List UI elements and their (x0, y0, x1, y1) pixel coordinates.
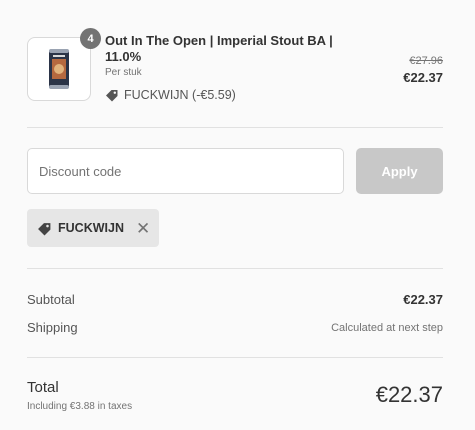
total-value: €22.37 (375, 382, 443, 407)
tag-icon (38, 222, 51, 235)
product-discount-label: FUCKWIJN (-€5.59) (124, 88, 236, 102)
divider (27, 127, 443, 128)
product-thumbnail (27, 37, 91, 101)
product-discount: FUCKWIJN (-€5.59) (105, 88, 236, 102)
applied-discount-tag: FUCKWIJN ✕ (27, 209, 159, 247)
tax-note: Including €3.88 in taxes (27, 401, 133, 412)
quantity-badge: 4 (80, 28, 101, 49)
beer-can-image (49, 49, 69, 89)
remove-discount-icon[interactable]: ✕ (136, 220, 150, 237)
apply-button[interactable]: Apply (356, 148, 443, 194)
shipping-value: Calculated at next step (331, 322, 443, 334)
applied-code-label: FUCKWIJN (58, 221, 124, 235)
tag-icon (106, 90, 118, 102)
subtotal-value: €22.37 (403, 292, 443, 307)
original-price: €27.96 (409, 55, 443, 67)
divider (27, 268, 443, 269)
subtotal-label: Subtotal (27, 292, 75, 307)
unit-label: Per stuk (105, 67, 142, 78)
final-price: €22.37 (403, 70, 443, 85)
product-title: Out In The Open | Imperial Stout BA | 11… (105, 33, 333, 64)
shipping-label: Shipping (27, 320, 78, 335)
total-label: Total (27, 379, 59, 396)
discount-code-input[interactable] (27, 148, 344, 194)
divider (27, 357, 443, 358)
